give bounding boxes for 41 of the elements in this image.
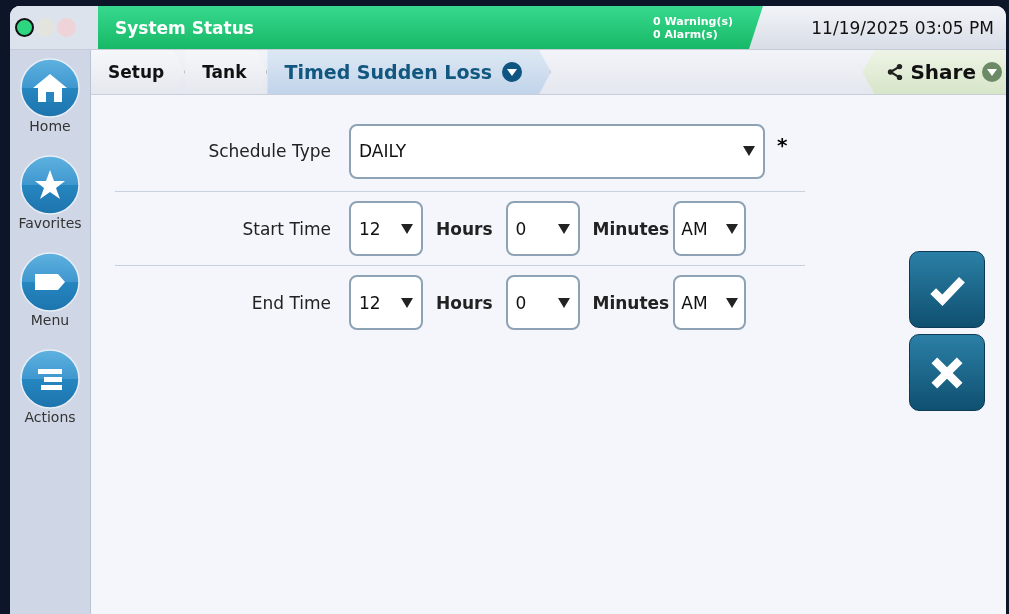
field-label: End Time: [250, 292, 332, 313]
schedule-type-select[interactable]: DAILY: [349, 123, 765, 179]
status-light-icon: [15, 18, 34, 37]
sidebar-label[interactable]: Menu: [30, 312, 70, 328]
unit-label: Minutes: [591, 292, 671, 313]
minutes-select[interactable]: 0: [505, 201, 580, 256]
hours-select[interactable]: 12: [349, 275, 423, 330]
share-icon: [886, 63, 905, 81]
status-title: System Status: [115, 17, 255, 38]
dropdown-icon[interactable]: [502, 62, 523, 82]
tag-icon[interactable]: [20, 252, 80, 312]
confirm-button[interactable]: [909, 251, 985, 328]
hours-select[interactable]: 12: [349, 201, 423, 256]
caret-icon: [743, 146, 755, 156]
list-icon[interactable]: [20, 349, 80, 409]
sidebar-label[interactable]: Home: [29, 118, 71, 134]
field-label: Start Time: [241, 218, 332, 239]
unit-label: Hours: [435, 292, 494, 313]
cancel-button[interactable]: [909, 334, 985, 411]
field-label: Schedule Type: [207, 141, 332, 161]
alarm-count: 0 Alarm(s): [653, 27, 719, 41]
caret-icon: [726, 223, 739, 234]
unit-label: Hours: [435, 218, 494, 239]
sidebar-label[interactable]: Actions: [24, 409, 76, 425]
date-time: 11/19/2025 03:05 PM: [810, 16, 995, 40]
unit-label: Minutes: [591, 218, 671, 239]
dropdown-icon: [982, 62, 1002, 82]
caret-icon: [557, 223, 570, 234]
share-button[interactable]: Share: [862, 50, 1006, 94]
caret-icon: [726, 297, 739, 308]
minutes-select[interactable]: 0: [505, 275, 580, 330]
sidebar-label[interactable]: Favorites: [18, 215, 82, 231]
am-pm-select[interactable]: AM: [673, 201, 747, 256]
warning-count: 0 Warning(s): [653, 14, 733, 28]
required-mark: *: [777, 133, 788, 157]
caret-icon: [557, 297, 570, 308]
breadcrumb[interactable]: Timed Sudden Loss: [267, 50, 552, 94]
caret-icon: [401, 297, 413, 308]
home-icon[interactable]: [20, 58, 80, 118]
caret-icon: [401, 223, 413, 234]
am-pm-select[interactable]: AM: [673, 275, 747, 330]
